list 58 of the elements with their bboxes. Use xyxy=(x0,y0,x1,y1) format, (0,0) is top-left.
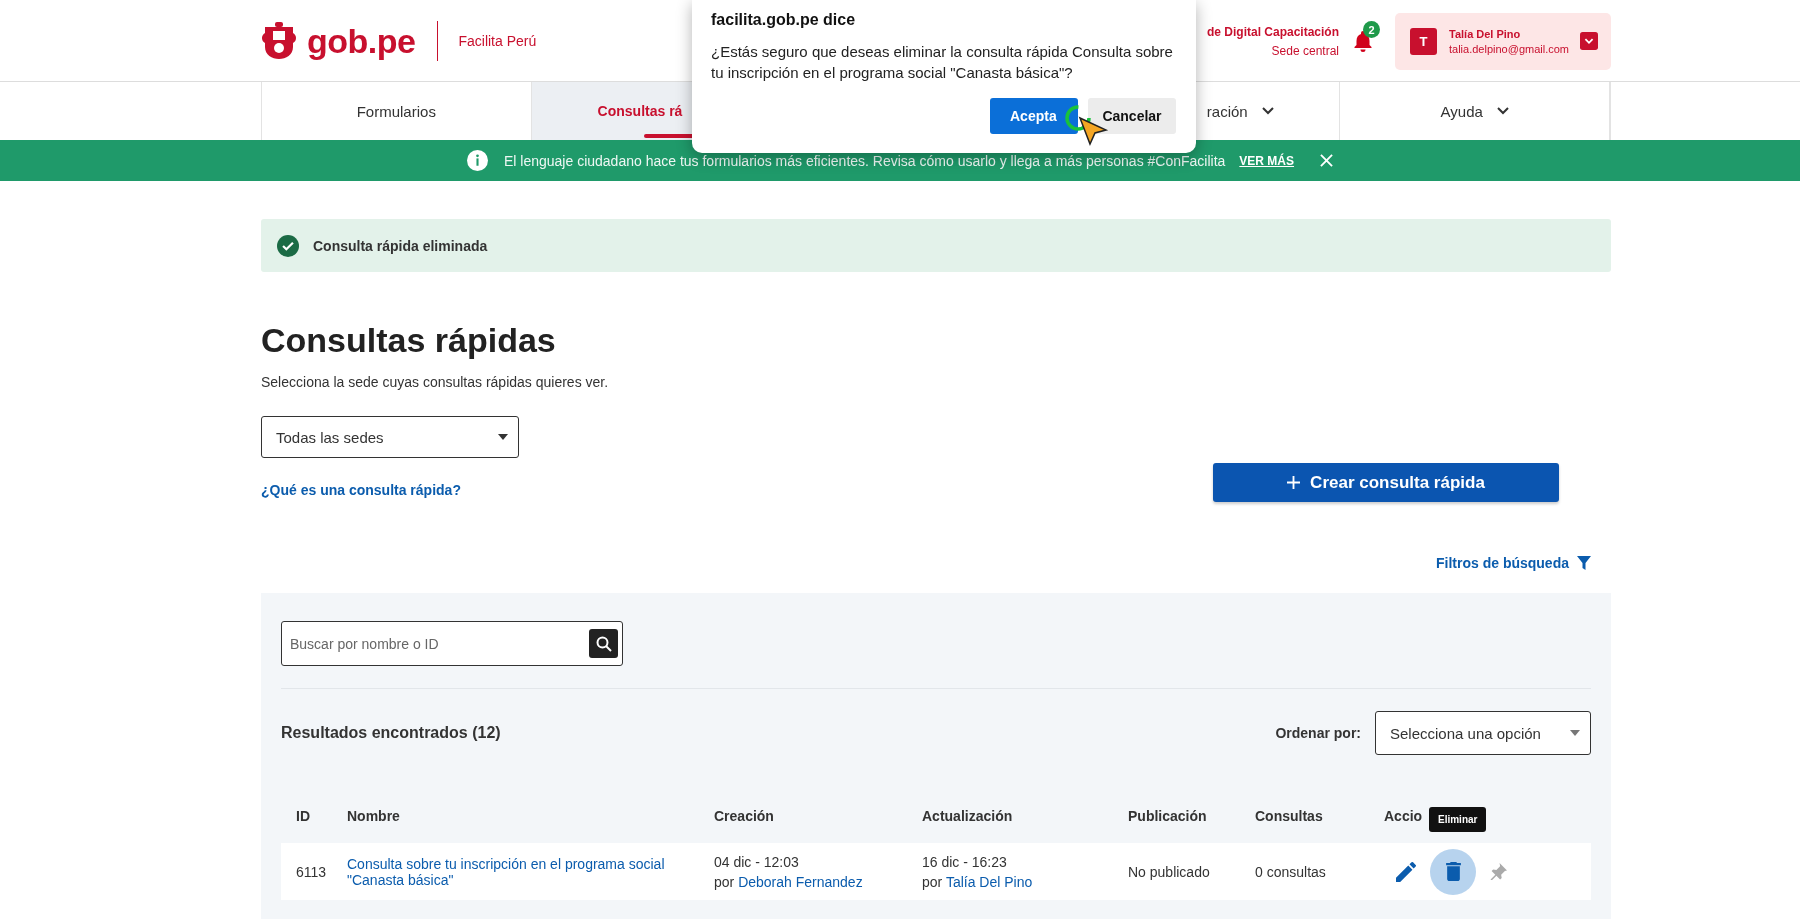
column-header: Consultas xyxy=(1255,808,1323,824)
search-icon xyxy=(595,635,612,652)
sede-name: Sede central xyxy=(1271,43,1339,58)
results-count: Resultados encontrados (12) xyxy=(281,724,501,742)
logo-text: gob.pe xyxy=(307,21,416,61)
table-cell-text: No publicado xyxy=(1128,863,1211,880)
filters-link[interactable]: Filtros de búsqueda xyxy=(1436,553,1591,573)
sort-select[interactable]: Selecciona una opción xyxy=(1375,711,1591,755)
search-button[interactable] xyxy=(589,629,618,658)
column-header: Accio xyxy=(1384,808,1423,824)
caret-icon xyxy=(498,434,508,440)
trash-icon xyxy=(1445,862,1461,881)
user-name: Talía Del Pino xyxy=(1449,27,1522,40)
delete-button[interactable] xyxy=(1430,848,1476,895)
check-circle-icon xyxy=(277,234,299,257)
edit-icon[interactable] xyxy=(1396,861,1416,882)
page-subtitle: Selecciona la sede cuyas consultas rápidas quieres ver. xyxy=(261,373,610,392)
product-name: Facilita Perú xyxy=(458,33,537,49)
dialog-title: facilita.gob.pe dice xyxy=(711,11,857,29)
table-cell-text: 16 dic - 16:23 xyxy=(922,853,1008,870)
close-icon[interactable] xyxy=(1320,154,1334,167)
column-header: Actualización xyxy=(922,808,1013,824)
ver-mas-link[interactable]: VER MÁS xyxy=(1239,153,1295,168)
tooltip: Eliminar xyxy=(1429,807,1487,832)
alert-text: Consulta rápida eliminada xyxy=(313,237,488,254)
table-cell-text: 04 dic - 12:03 xyxy=(714,853,800,870)
banner-text: El lenguaje ciudadano hace tus formularios más eficientes. Revisa cómo usarlo y llega a más personas #ConFacilita xyxy=(503,152,1226,169)
author-link[interactable]: Deborah Fernandez xyxy=(738,873,863,890)
dialog-button[interactable]: Acepta xyxy=(990,98,1078,134)
user-avatar: T xyxy=(1410,27,1437,55)
dropdown-icon[interactable] xyxy=(1580,32,1598,50)
filter-icon xyxy=(1577,556,1591,570)
create-button[interactable]: Crear consulta rápida xyxy=(1213,463,1559,502)
coat-of-arms-icon xyxy=(261,21,297,61)
column-header: ID xyxy=(296,808,310,824)
page-title: Consultas rápidas xyxy=(261,320,557,360)
author-link[interactable]: Talía Del Pino xyxy=(945,873,1033,890)
help-link[interactable]: ¿Qué es una consulta rápida? xyxy=(261,481,461,499)
sort-label: Ordenar por: xyxy=(1275,725,1361,741)
caret-icon xyxy=(1570,730,1580,736)
column-header: Creación xyxy=(714,808,774,824)
user-menu[interactable]: T Talía Del Pino talia.delpino@gmail.com xyxy=(1395,12,1611,70)
info-icon xyxy=(466,150,488,171)
by-label: por xyxy=(714,873,735,890)
sede-select[interactable]: Todas las sedes xyxy=(261,416,519,458)
user-email: talia.delpino@gmail.com xyxy=(1449,42,1570,55)
query-name-link[interactable]: Consulta sobre tu inscripción en el programa social "Canasta básica" xyxy=(347,855,714,888)
entity-name: de Digital Capacitación xyxy=(1206,24,1339,39)
column-header: Nombre xyxy=(347,808,400,824)
by-label: por xyxy=(922,873,943,890)
dialog-message: ¿Estás seguro que deseas eliminar la consulta rápida Consulta sobre tu inscripción en el programa social "Canasta básica"? xyxy=(711,42,1174,83)
search-field[interactable]: Buscar por nombre o ID xyxy=(281,621,623,666)
notification-badge: 2 xyxy=(1363,21,1380,38)
dialog-button[interactable]: Cancelar xyxy=(1088,98,1176,134)
table-cell-text: 0 consultas xyxy=(1255,863,1327,880)
table-cell-text: 6113 xyxy=(296,863,328,880)
plus-icon xyxy=(1287,476,1301,489)
column-header: Publicación xyxy=(1128,808,1207,824)
